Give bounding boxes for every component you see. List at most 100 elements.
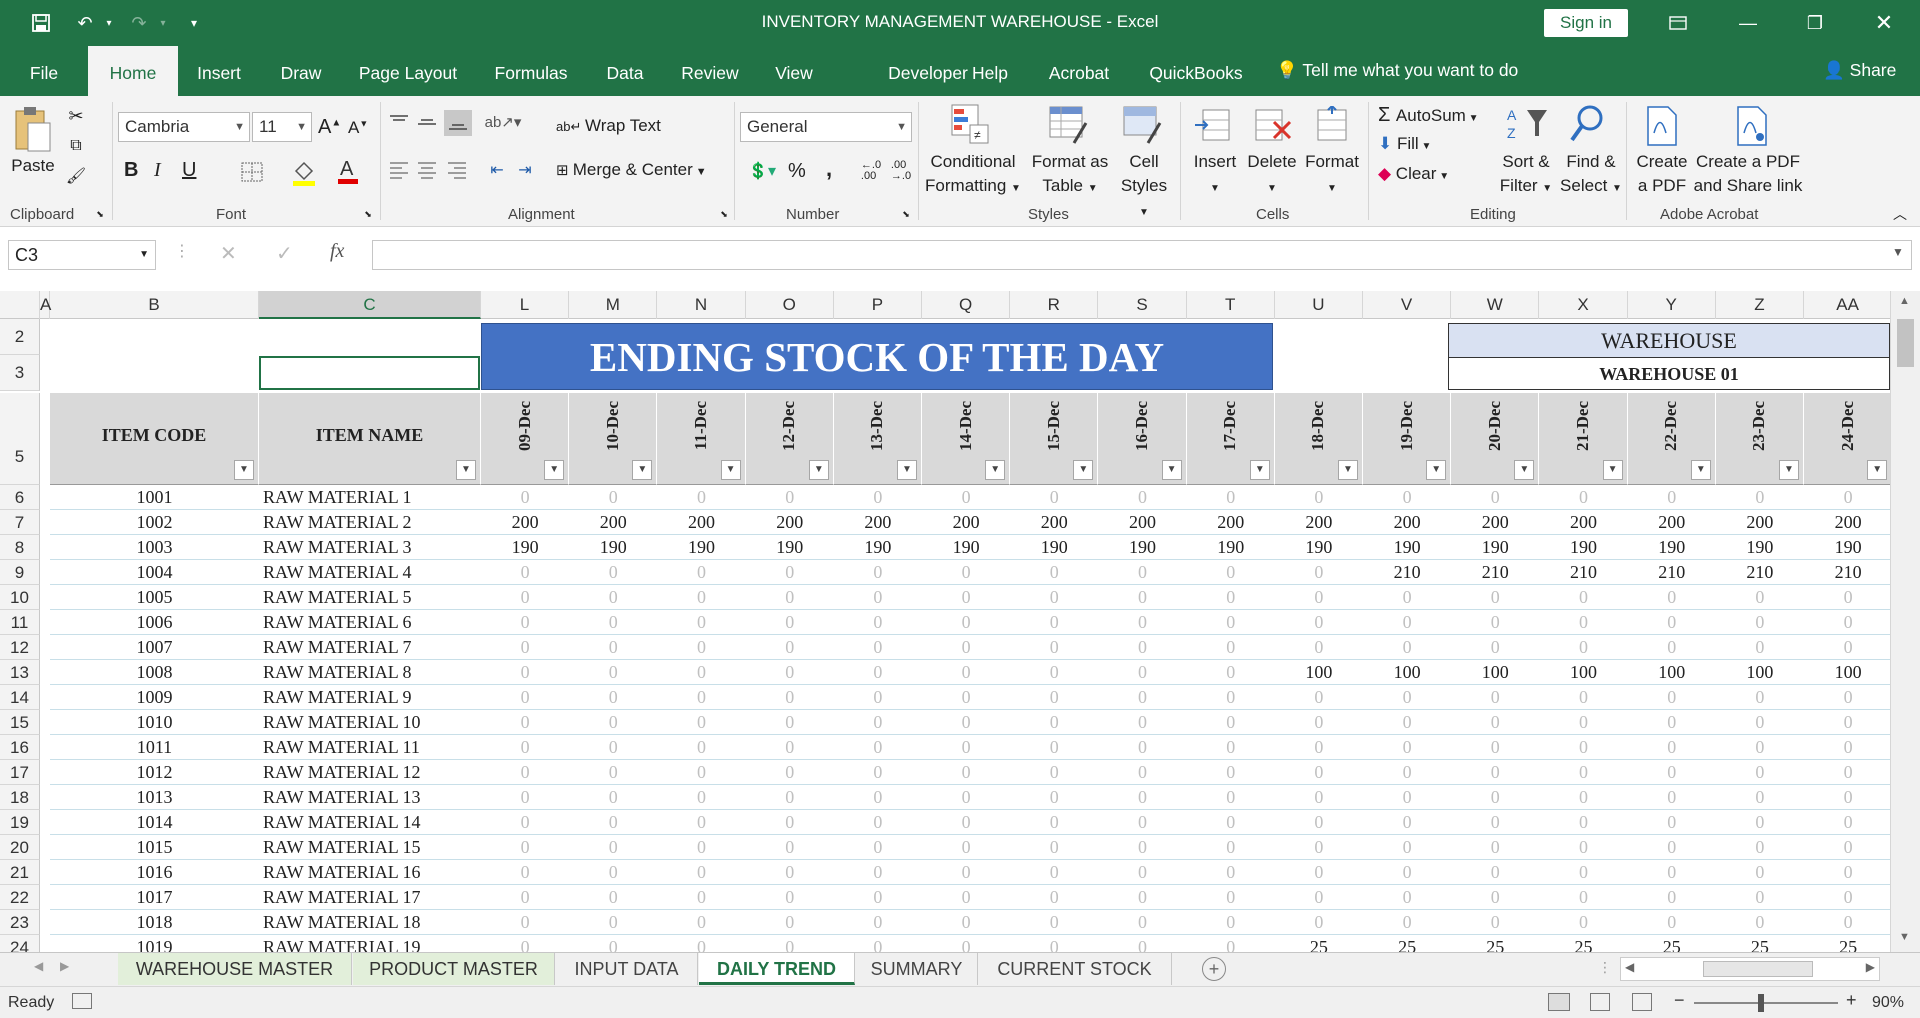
stock-value-cell[interactable]: 25 bbox=[1716, 935, 1804, 952]
date-header[interactable]: 11-Dec ▼ bbox=[657, 393, 746, 485]
stock-value-cell[interactable]: 0 bbox=[657, 585, 746, 610]
sheet-tab-input-data[interactable]: INPUT DATA bbox=[556, 953, 698, 985]
column-header-l[interactable]: L bbox=[481, 291, 569, 319]
clipboard-launcher-icon[interactable]: ⬊ bbox=[94, 208, 106, 220]
stock-value-cell[interactable]: 0 bbox=[922, 785, 1011, 810]
stock-value-cell[interactable]: 0 bbox=[1186, 760, 1275, 785]
stock-value-cell[interactable]: 200 bbox=[569, 510, 658, 535]
stock-value-cell[interactable]: 0 bbox=[1186, 560, 1275, 585]
stock-value-cell[interactable]: 0 bbox=[569, 710, 658, 735]
item-code-cell[interactable]: 1009 bbox=[50, 685, 259, 710]
column-header-m[interactable]: M bbox=[569, 291, 658, 319]
stock-value-cell[interactable]: 0 bbox=[1363, 635, 1452, 660]
stock-value-cell[interactable]: 190 bbox=[1010, 535, 1099, 560]
stock-value-cell[interactable]: 0 bbox=[657, 610, 746, 635]
stock-value-cell[interactable]: 0 bbox=[1539, 685, 1628, 710]
stock-value-cell[interactable]: 0 bbox=[922, 860, 1011, 885]
stock-value-cell[interactable]: 0 bbox=[1274, 810, 1363, 835]
stock-value-cell[interactable]: 200 bbox=[1363, 510, 1452, 535]
stock-value-cell[interactable]: 0 bbox=[657, 810, 746, 835]
stock-value-cell[interactable]: 0 bbox=[1098, 885, 1187, 910]
item-name-cell[interactable]: RAW MATERIAL 10 bbox=[259, 710, 481, 735]
stock-value-cell[interactable]: 0 bbox=[657, 635, 746, 660]
stock-value-cell[interactable]: 0 bbox=[833, 785, 922, 810]
stock-value-cell[interactable]: 0 bbox=[1539, 885, 1628, 910]
stock-value-cell[interactable]: 0 bbox=[1274, 735, 1363, 760]
stock-value-cell[interactable]: 0 bbox=[1451, 835, 1540, 860]
vertical-scroll-thumb[interactable] bbox=[1897, 319, 1914, 367]
stock-value-cell[interactable]: 0 bbox=[1804, 885, 1893, 910]
share-button[interactable]: 👤 Share bbox=[1823, 60, 1896, 81]
stock-value-cell[interactable]: 0 bbox=[1186, 635, 1275, 660]
stock-value-cell[interactable]: 0 bbox=[922, 935, 1010, 952]
stock-value-cell[interactable]: 210 bbox=[1451, 560, 1540, 585]
stock-value-cell[interactable]: 0 bbox=[1715, 635, 1804, 660]
scroll-up-icon[interactable]: ▲ bbox=[1899, 295, 1910, 307]
stock-value-cell[interactable]: 190 bbox=[1804, 535, 1893, 560]
stock-value-cell[interactable]: 190 bbox=[1539, 535, 1628, 560]
stock-value-cell[interactable]: 0 bbox=[1539, 860, 1628, 885]
minimize-icon[interactable]: — bbox=[1728, 8, 1768, 38]
format-cells-button[interactable]: Format ▼ bbox=[1300, 150, 1364, 201]
stock-value-cell[interactable]: 0 bbox=[481, 760, 570, 785]
stock-value-cell[interactable]: 0 bbox=[569, 560, 658, 585]
item-name-cell[interactable]: RAW MATERIAL 15 bbox=[259, 835, 481, 860]
tab-acrobat[interactable]: Acrobat bbox=[1038, 46, 1120, 96]
stock-value-cell[interactable]: 0 bbox=[833, 560, 922, 585]
stock-value-cell[interactable]: 0 bbox=[922, 585, 1011, 610]
stock-value-cell[interactable]: 0 bbox=[1627, 635, 1716, 660]
stock-value-cell[interactable]: 0 bbox=[922, 910, 1011, 935]
font-color-icon[interactable]: A bbox=[330, 156, 366, 188]
date-header[interactable]: 10-Dec ▼ bbox=[569, 393, 658, 485]
filter-dropdown-icon[interactable]: ▼ bbox=[1249, 460, 1270, 480]
item-name-cell[interactable]: RAW MATERIAL 6 bbox=[259, 610, 481, 635]
stock-value-cell[interactable]: 0 bbox=[833, 860, 922, 885]
row-header-9[interactable]: 9 bbox=[0, 560, 40, 585]
stock-value-cell[interactable]: 0 bbox=[1186, 735, 1275, 760]
stock-value-cell[interactable]: 0 bbox=[1274, 485, 1363, 510]
stock-value-cell[interactable]: 0 bbox=[1451, 860, 1540, 885]
zoom-level[interactable]: 90% bbox=[1872, 994, 1904, 1012]
tab-draw[interactable]: Draw bbox=[268, 46, 334, 96]
stock-value-cell[interactable]: 0 bbox=[1627, 860, 1716, 885]
item-code-cell[interactable]: 1019 bbox=[50, 935, 259, 952]
stock-value-cell[interactable]: 0 bbox=[1010, 685, 1099, 710]
stock-value-cell[interactable]: 0 bbox=[569, 860, 658, 885]
stock-value-cell[interactable]: 0 bbox=[481, 685, 570, 710]
increase-indent-icon[interactable]: ⇥ bbox=[512, 158, 538, 182]
item-code-cell[interactable]: 1018 bbox=[50, 910, 259, 935]
date-header[interactable]: 22-Dec ▼ bbox=[1627, 393, 1716, 485]
stock-value-cell[interactable]: 0 bbox=[833, 610, 922, 635]
stock-value-cell[interactable]: 0 bbox=[1363, 735, 1452, 760]
item-code-cell[interactable]: 1017 bbox=[50, 885, 259, 910]
stock-value-cell[interactable]: 0 bbox=[1451, 635, 1540, 660]
cut-icon[interactable]: ✂ bbox=[64, 104, 88, 128]
stock-value-cell[interactable]: 0 bbox=[1627, 735, 1716, 760]
stock-value-cell[interactable]: 0 bbox=[745, 560, 834, 585]
stock-value-cell[interactable]: 0 bbox=[569, 885, 658, 910]
item-name-cell[interactable]: RAW MATERIAL 2 bbox=[259, 510, 481, 535]
stock-value-cell[interactable]: 200 bbox=[657, 510, 746, 535]
stock-value-cell[interactable]: 0 bbox=[569, 585, 658, 610]
share-pdf-button[interactable]: Create a PDF and Share link bbox=[1688, 150, 1808, 198]
stock-value-cell[interactable]: 0 bbox=[1715, 710, 1804, 735]
scroll-right-icon[interactable]: ▶ bbox=[1866, 960, 1875, 974]
stock-value-cell[interactable]: 190 bbox=[1451, 535, 1540, 560]
font-size-select[interactable]: 11 ▼ bbox=[252, 112, 312, 142]
stock-value-cell[interactable]: 0 bbox=[922, 885, 1011, 910]
stock-value-cell[interactable]: 0 bbox=[833, 735, 922, 760]
stock-value-cell[interactable]: 0 bbox=[1010, 485, 1099, 510]
stock-value-cell[interactable]: 0 bbox=[1539, 610, 1628, 635]
stock-value-cell[interactable]: 0 bbox=[481, 635, 570, 660]
stock-value-cell[interactable]: 0 bbox=[1715, 610, 1804, 635]
font-family-select[interactable]: Cambria ▼ bbox=[118, 112, 250, 142]
stock-value-cell[interactable]: 0 bbox=[657, 910, 746, 935]
stock-value-cell[interactable]: 0 bbox=[745, 885, 834, 910]
stock-value-cell[interactable]: 0 bbox=[833, 685, 922, 710]
tab-formulas[interactable]: Formulas bbox=[484, 46, 578, 96]
stock-value-cell[interactable]: 0 bbox=[481, 810, 570, 835]
stock-value-cell[interactable]: 0 bbox=[1010, 585, 1099, 610]
item-code-cell[interactable]: 1007 bbox=[50, 635, 259, 660]
item-name-cell[interactable]: RAW MATERIAL 7 bbox=[259, 635, 481, 660]
stock-value-cell[interactable]: 0 bbox=[1274, 710, 1363, 735]
